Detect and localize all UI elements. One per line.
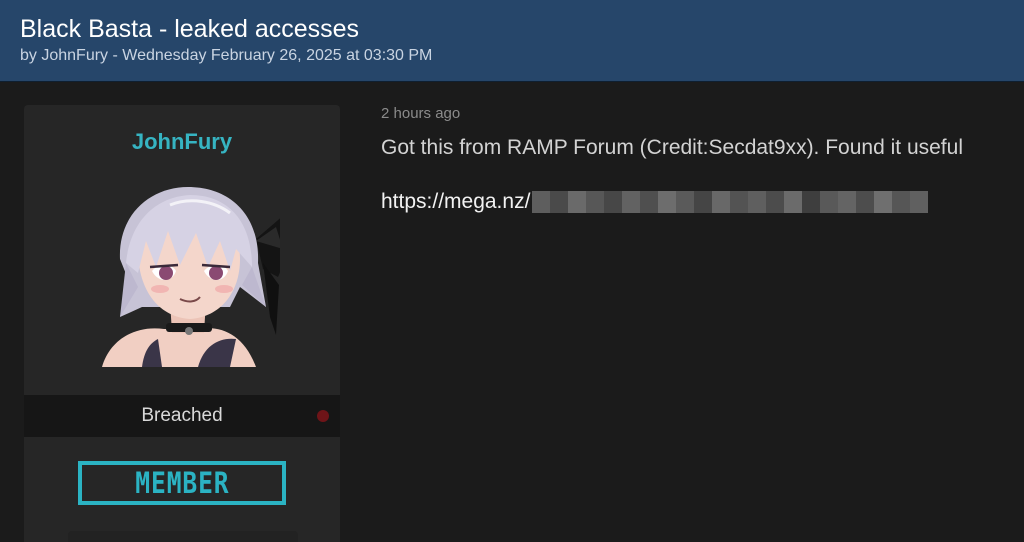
post-timestamp: 2 hours ago <box>381 105 461 122</box>
post-link-row: https://mega.nz/ <box>381 189 929 215</box>
user-group-bar: Breached <box>24 395 340 437</box>
redacted-link-pixelation <box>532 191 929 213</box>
rank-label: MEMBER <box>134 466 230 500</box>
offline-status-icon <box>317 410 329 422</box>
user-group-label: Breached <box>141 405 223 426</box>
post-body: Got this from RAMP Forum (Credit:Secdat9… <box>381 136 963 159</box>
user-panel: JohnFury Breached MEMBER <box>24 105 340 542</box>
thread-meta: by JohnFury - Wednesday February 26, 202… <box>20 47 433 64</box>
rank-badge: MEMBER <box>78 461 286 505</box>
thread-title: Black Basta - leaked accesses <box>20 15 360 43</box>
username-link[interactable]: JohnFury <box>24 129 340 155</box>
thread-header: Black Basta - leaked accesses by JohnFur… <box>0 0 1024 82</box>
mega-link[interactable]: https://mega.nz/ <box>381 190 530 214</box>
panel-footer <box>68 531 298 542</box>
user-avatar[interactable] <box>80 167 280 367</box>
